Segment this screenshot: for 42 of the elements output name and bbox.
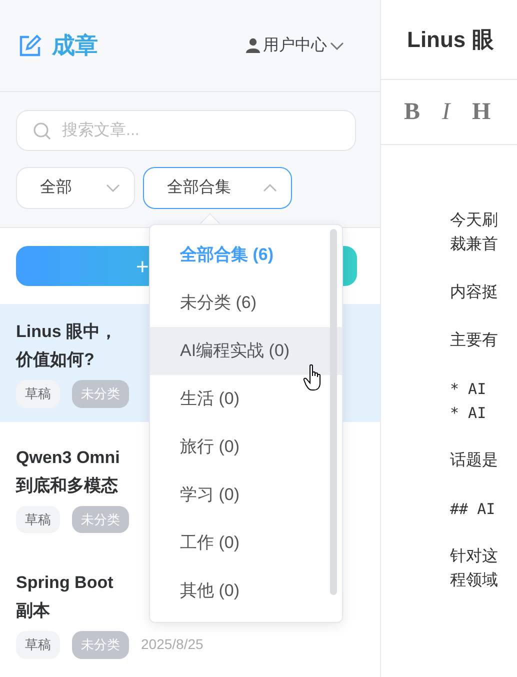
logo-text: 成章 <box>52 31 98 60</box>
category-tag: 未分类 <box>72 506 129 533</box>
text-line: 内容挺 <box>450 282 499 303</box>
article-title: Qwen3 Omni 到底和多模态 <box>16 446 120 496</box>
code-line: ## AI <box>450 499 496 520</box>
user-menu[interactable]: 用户中心 <box>246 34 344 58</box>
chevron-down-icon <box>330 42 344 50</box>
category-tag: 未分类 <box>72 380 129 408</box>
user-icon <box>246 38 260 53</box>
chevron-down-icon <box>106 184 120 192</box>
bold-button[interactable]: B <box>404 94 420 130</box>
scrollbar[interactable] <box>330 229 337 595</box>
collection-option[interactable]: 其他 (0) <box>150 567 342 615</box>
code-line: * AI <box>450 379 488 400</box>
search-field[interactable]: 搜索文章... <box>16 110 356 151</box>
article-title: Spring Boot 副本 <box>16 572 114 622</box>
text-line: 针对这 <box>450 546 499 567</box>
text-line: 程领域 <box>450 570 499 591</box>
article-date: 2025/8/25 <box>141 635 204 654</box>
collection-option[interactable]: 学习 (0) <box>150 471 342 519</box>
collection-option[interactable]: 生活 (0) <box>150 375 342 423</box>
text-line: 今天刷 <box>450 211 499 231</box>
article-title: Linus 眼中， 价值如何? <box>16 321 118 371</box>
collection-option[interactable]: 未分类 (6) <box>150 279 342 327</box>
status-tag: 草稿 <box>16 506 60 533</box>
collection-option[interactable]: 工作 (0) <box>150 519 342 567</box>
editor-title: Linus 眼 <box>381 0 517 80</box>
status-tag: 草稿 <box>16 631 60 658</box>
code-line: * AI <box>450 403 488 424</box>
collection-option[interactable]: 旅行 (0) <box>150 423 342 471</box>
text-line: 主要有 <box>450 330 499 351</box>
heading-button[interactable]: H <box>472 94 491 130</box>
chevron-up-icon <box>263 184 277 192</box>
filter-select[interactable]: 全部 <box>16 167 135 209</box>
collection-option[interactable]: AI编程实战 (0) <box>150 327 342 375</box>
text-line: 话题是 <box>450 451 499 471</box>
italic-button[interactable]: I <box>442 94 450 130</box>
text-line: 裁兼首 <box>450 234 499 255</box>
filter-select[interactable]: 全部合集 <box>143 167 292 209</box>
category-tag: 未分类 <box>72 631 129 658</box>
status-tag: 草稿 <box>16 380 60 408</box>
edit-icon <box>18 34 42 58</box>
